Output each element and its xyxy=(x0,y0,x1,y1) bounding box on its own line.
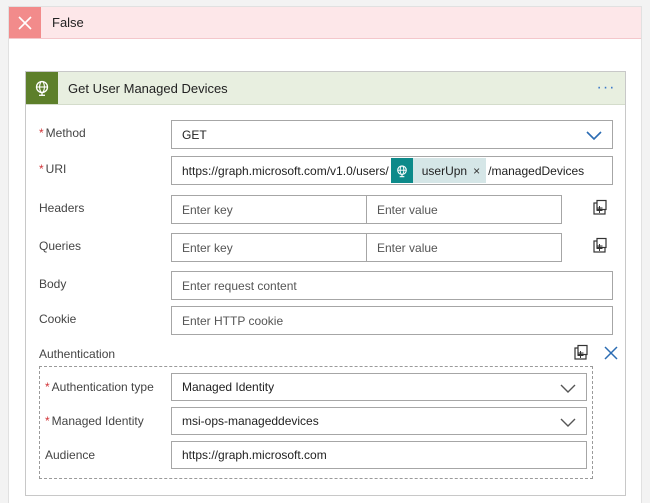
auth-type-dropdown[interactable]: Managed Identity xyxy=(171,373,587,401)
close-icon[interactable] xyxy=(602,344,620,362)
action-title: Get User Managed Devices xyxy=(68,81,228,96)
authentication-label: Authentication xyxy=(39,347,116,361)
cookie-label: Cookie xyxy=(39,312,77,326)
queries-row: Enter key Enter value xyxy=(171,233,562,262)
condition-false-branch: False Get User Managed Devices ··· * Meth… xyxy=(8,6,642,503)
uri-label: * URI xyxy=(39,162,67,176)
body-label: Body xyxy=(39,277,67,291)
cookie-input[interactable]: Enter HTTP cookie xyxy=(171,306,613,335)
header-key-input[interactable]: Enter key xyxy=(172,196,366,223)
audience-label: Audience xyxy=(45,448,96,462)
globe-icon xyxy=(26,72,58,104)
false-branch-header[interactable]: False xyxy=(9,7,641,39)
managed-identity-label: * Managed Identity xyxy=(45,414,144,428)
headers-row: Enter key Enter value xyxy=(171,195,562,224)
query-key-input[interactable]: Enter key xyxy=(172,234,366,261)
token-label: userUpn xyxy=(421,163,468,178)
chevron-down-icon xyxy=(586,131,602,141)
query-value-input[interactable]: Enter value xyxy=(366,234,561,261)
switch-to-text-mode-icon[interactable] xyxy=(591,237,609,255)
auth-type-label: * Authentication type xyxy=(45,380,154,394)
action-header[interactable]: Get User Managed Devices ··· xyxy=(26,72,625,105)
globe-icon xyxy=(390,158,413,183)
close-icon xyxy=(9,7,41,38)
dynamic-content-token[interactable]: userUpn × xyxy=(390,158,487,183)
http-action-card: Get User Managed Devices ··· * Method GET… xyxy=(25,71,626,496)
managed-identity-dropdown[interactable]: msi-ops-manageddevices xyxy=(171,407,587,435)
queries-label: Queries xyxy=(39,239,82,253)
headers-label: Headers xyxy=(39,201,85,215)
method-dropdown[interactable]: GET xyxy=(171,120,613,149)
audience-input[interactable]: https://graph.microsoft.com xyxy=(171,441,587,469)
chevron-down-icon xyxy=(560,418,576,427)
uri-input[interactable]: https://graph.microsoft.com/v1.0/users/ … xyxy=(171,156,613,185)
header-value-input[interactable]: Enter value xyxy=(366,196,561,223)
false-branch-title: False xyxy=(52,15,84,30)
authentication-section: * Authentication type Managed Identity * M… xyxy=(39,366,593,479)
token-remove-button[interactable]: × xyxy=(473,164,486,178)
switch-to-text-mode-icon[interactable] xyxy=(572,344,590,362)
more-options-button[interactable]: ··· xyxy=(595,78,617,98)
switch-to-text-mode-icon[interactable] xyxy=(591,199,609,217)
body-input[interactable]: Enter request content xyxy=(171,271,613,300)
chevron-down-icon xyxy=(560,384,576,393)
method-label: * Method xyxy=(39,126,86,140)
